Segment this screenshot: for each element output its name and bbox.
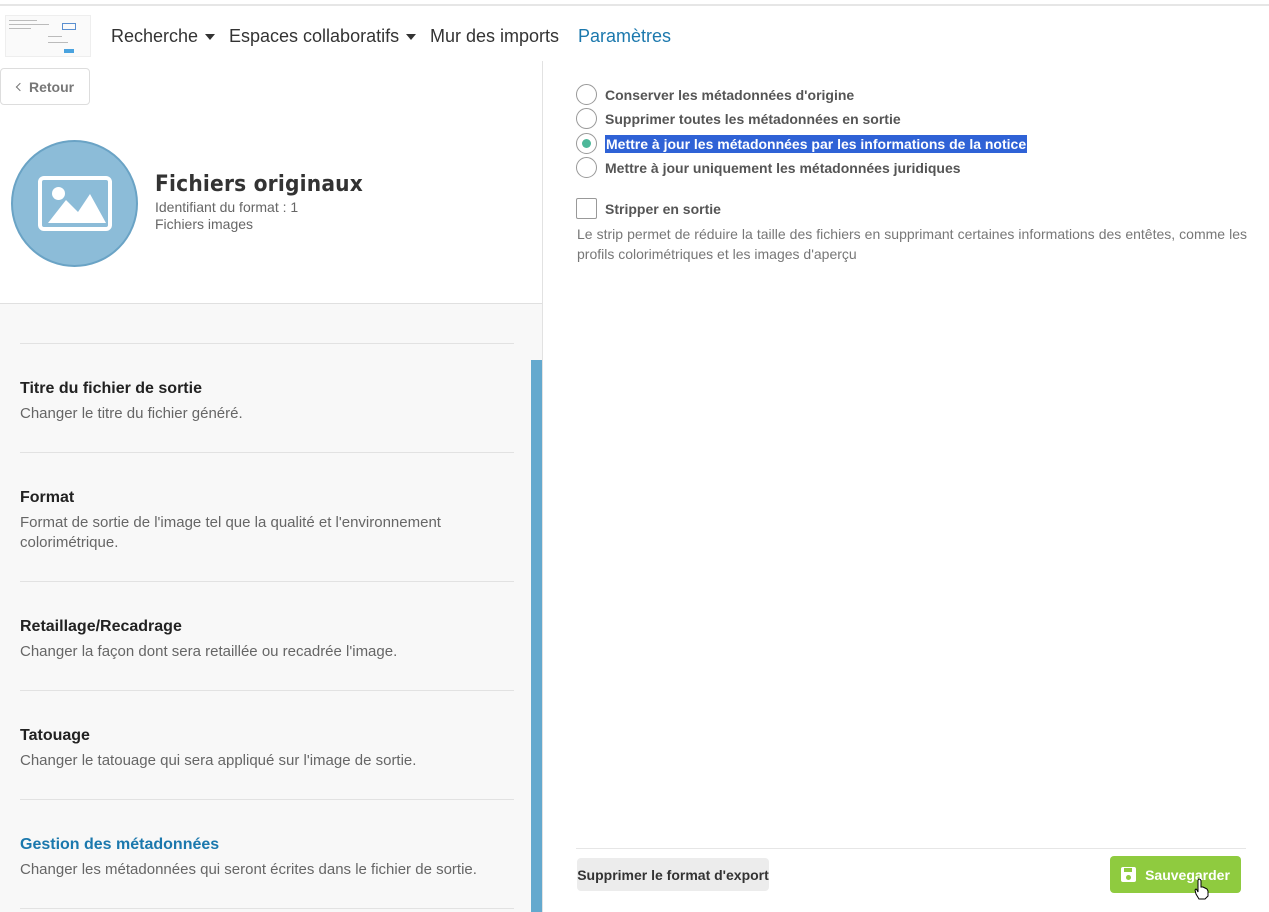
menu-item-desc: Changer la façon dont sera retaillée ou … [20,643,398,660]
strip-help-text: Le strip permet de réduire la taille des… [577,226,1247,262]
hand-cursor-icon [1194,878,1209,900]
format-identifier: Identifiant du format : 1 [155,199,299,215]
format-header: Retour Fichiers originaux Identifiant du… [0,61,542,304]
nav-parametres[interactable]: Paramètres [578,26,671,47]
radio-button[interactable] [576,157,597,178]
nav-espaces-label: Espaces collaboratifs [229,26,400,46]
delete-format-label: Supprimer le format d'export [577,866,769,883]
top-navbar: Recherche Espaces collaboratifs Mur des … [0,6,1269,61]
format-title: Fichiers originaux [155,172,364,197]
divider [20,343,514,344]
menu-item-tatouage[interactable]: Tatouage Changer le tatouage qui sera ap… [20,727,514,771]
divider [20,690,514,691]
radio-juridiques[interactable]: Mettre à jour uniquement les métadonnées… [576,157,961,178]
menu-item-desc: Format de sortie de l'image tel que la q… [20,514,441,551]
save-disk-icon [1121,867,1137,882]
radio-button-checked[interactable] [576,133,597,154]
format-type: Fichiers images [155,216,254,232]
save-button[interactable]: Sauvegarder [1110,856,1241,893]
nav-espaces-collaboratifs[interactable]: Espaces collaboratifs [229,26,417,47]
nav-recherche[interactable]: Recherche [111,26,216,47]
radio-mettre-a-jour-notice[interactable]: Mettre à jour les métadonnées par les in… [576,133,1028,154]
left-panel: Retour Fichiers originaux Identifiant du… [0,61,543,912]
radio-label: Conserver les métadonnées d'origine [605,86,855,103]
nav-recherche-label: Recherche [111,26,199,46]
nav-parametres-label: Paramètres [578,26,672,46]
radio-conserver[interactable]: Conserver les métadonnées d'origine [576,84,854,105]
format-avatar [11,140,138,267]
radio-label: Mettre à jour les métadonnées par les in… [605,134,1028,153]
logo-thumbnail[interactable] [5,15,91,57]
strip-checkbox[interactable] [576,198,597,219]
strip-option[interactable]: Stripper en sortie [576,198,721,219]
delete-format-button[interactable]: Supprimer le format d'export [577,858,769,891]
menu-item-desc: Changer le titre du fichier généré. [20,405,243,422]
save-button-label: Sauvegarder [1145,866,1230,883]
menu-item-desc: Changer le tatouage qui sera appliqué su… [20,752,417,769]
menu-item-title: Titre du fichier de sortie [20,380,202,397]
menu-item-title: Tatouage [20,727,90,744]
active-indicator-bar [531,360,542,912]
radio-button[interactable] [576,84,597,105]
divider [20,452,514,453]
divider [20,581,514,582]
divider [20,799,514,800]
nav-mur-des-imports[interactable]: Mur des imports [430,26,559,47]
menu-item-title: Retaillage/Recadrage [20,618,182,635]
menu-item-titre-fichier[interactable]: Titre du fichier de sortie Changer le ti… [20,380,514,424]
menu-item-gestion-metadonnees[interactable]: Gestion des métadonnées Changer les méta… [20,836,514,880]
menu-item-retaillage[interactable]: Retaillage/Recadrage Changer la façon do… [20,618,514,662]
menu-item-title: Gestion des métadonnées [20,836,220,853]
chevron-left-icon [15,82,25,91]
radio-label: Mettre à jour uniquement les métadonnées… [605,159,961,176]
nav-mur-label: Mur des imports [430,26,560,46]
metadata-settings-panel: Conserver les métadonnées d'origine Supp… [544,61,1269,912]
footer-divider [576,848,1246,849]
back-button[interactable]: Retour [0,68,90,105]
radio-supprimer[interactable]: Supprimer toutes les métadonnées en sort… [576,108,901,129]
menu-item-desc: Changer les métadonnées qui seront écrit… [20,861,477,878]
radio-label: Supprimer toutes les métadonnées en sort… [605,110,901,127]
strip-label: Stripper en sortie [605,200,721,217]
back-button-label: Retour [29,78,75,95]
image-icon [37,176,112,231]
caret-down-icon [205,33,216,40]
menu-item-format[interactable]: Format Format de sortie de l'image tel q… [20,489,514,553]
divider [20,908,514,909]
caret-down-icon [406,33,417,40]
radio-button[interactable] [576,108,597,129]
menu-item-title: Format [20,489,75,506]
